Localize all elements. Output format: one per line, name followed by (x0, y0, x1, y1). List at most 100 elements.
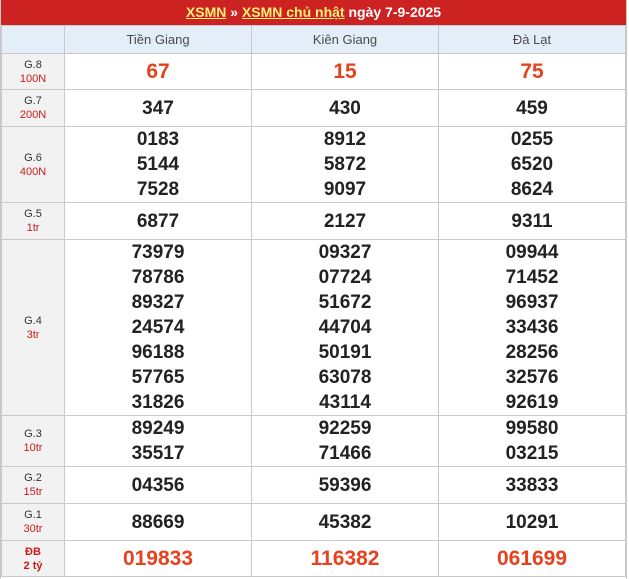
result-number: 78786 (131, 267, 185, 288)
xsmn-link[interactable]: XSMN (186, 4, 226, 20)
prize-name: G.8 (24, 58, 42, 71)
result-number: 89249 (131, 418, 185, 439)
result-number: 019833 (122, 547, 194, 570)
prize-row-g2: G.2 15tr 04356 59396 33833 (1, 466, 626, 504)
prize-row-g6: G.6 400N 0183 5144 7528 8912 5872 9097 0255 6520 8… (1, 126, 626, 203)
result-cell: 2127 (251, 202, 439, 240)
result-cell: 88669 (64, 503, 252, 541)
result-number: 75 (520, 60, 544, 83)
result-cell: 75 (438, 53, 626, 90)
result-number: 9311 (511, 210, 553, 232)
result-number: 28256 (505, 342, 559, 363)
results-panel: XSMN » XSMN chủ nhật ngày 7-9-2025 Tiền … (0, 0, 627, 579)
prize-name: G.3 (24, 428, 42, 440)
result-cell: 89249 35517 (64, 415, 252, 467)
result-number: 0255 (510, 129, 554, 150)
result-cell: 8912 5872 9097 (251, 126, 439, 203)
result-number: 59396 (318, 474, 372, 496)
province-kien-giang[interactable]: Kiên Giang (251, 25, 439, 54)
result-number: 57765 (131, 367, 185, 388)
result-number: 71466 (318, 443, 372, 464)
prize-row-g8: G.8 100N 67 15 75 (1, 53, 626, 90)
result-cell: 99580 03215 (438, 415, 626, 467)
result-number: 88669 (131, 511, 185, 533)
result-cell: 15 (251, 53, 439, 90)
prize-name: G.7 (24, 95, 42, 107)
result-number: 5144 (136, 154, 180, 175)
prize-label: ĐB 2 tỷ (1, 540, 65, 577)
result-number: 116382 (310, 547, 380, 570)
prize-value: 200N (19, 109, 47, 121)
result-number: 459 (516, 97, 548, 119)
result-number: 35517 (131, 443, 185, 464)
prize-value: 2 tỷ (23, 559, 43, 572)
result-number: 63078 (318, 367, 372, 388)
prize-label: G.6 400N (1, 126, 65, 203)
province-header-row: Tiền Giang Kiên Giang Đà Lạt (1, 25, 626, 54)
result-number: 92259 (318, 418, 372, 439)
result-cell: 45382 (251, 503, 439, 541)
result-number: 8912 (323, 129, 367, 150)
result-number: 73979 (131, 242, 185, 263)
result-number: 2127 (323, 210, 367, 232)
result-cell: 0255 6520 8624 (438, 126, 626, 203)
result-number: 89327 (131, 292, 185, 313)
prize-label: G.3 10tr (1, 415, 65, 467)
result-number: 430 (329, 97, 361, 119)
prize-label: G.1 30tr (1, 503, 65, 541)
result-cell: 33833 (438, 466, 626, 504)
results-table: Tiền Giang Kiên Giang Đà Lạt G.8 100N 67 15… (1, 25, 626, 577)
result-number: 04356 (131, 474, 185, 496)
prize-value: 400N (19, 165, 47, 178)
result-cell: 59396 (251, 466, 439, 504)
prize-value: 1tr (26, 222, 40, 234)
prize-name: G.1 (24, 509, 42, 521)
result-number: 45382 (318, 511, 372, 533)
result-number: 15 (333, 60, 357, 83)
prize-label: G.7 200N (1, 89, 65, 127)
result-number: 51672 (318, 292, 372, 313)
result-number: 50191 (318, 342, 372, 363)
result-cell: 430 (251, 89, 439, 127)
result-number: 347 (142, 97, 174, 119)
result-number: 33436 (505, 317, 559, 338)
prize-value: 10tr (23, 442, 43, 454)
prize-row-g7: G.7 200N 347 430 459 (1, 89, 626, 127)
result-number: 96937 (505, 292, 559, 313)
result-number: 96188 (131, 342, 185, 363)
prize-value: 30tr (23, 523, 43, 535)
prize-label: G.8 100N (1, 53, 65, 90)
result-number: 44704 (318, 317, 372, 338)
result-cell: 67 (64, 53, 252, 90)
result-number: 6520 (510, 154, 554, 175)
result-number: 9097 (323, 179, 367, 200)
result-cell: 09327 07724 51672 44704 50191 63078 43114 (251, 239, 439, 416)
title-bar: XSMN » XSMN chủ nhật ngày 7-9-2025 (1, 0, 626, 25)
result-number: 061699 (496, 547, 568, 570)
result-cell: 10291 (438, 503, 626, 541)
province-tien-giang[interactable]: Tiền Giang (64, 25, 252, 54)
prize-label: G.5 1tr (1, 202, 65, 240)
result-cell: 347 (64, 89, 252, 127)
result-cell: 92259 71466 (251, 415, 439, 467)
result-cell: 061699 (438, 540, 626, 577)
prize-row-g1: G.1 30tr 88669 45382 10291 (1, 503, 626, 541)
xsmn-sunday-link[interactable]: XSMN chủ nhật (242, 4, 345, 20)
result-number: 33833 (505, 474, 559, 496)
result-number: 43114 (319, 392, 371, 413)
prize-label: G.4 3tr (1, 239, 65, 416)
result-cell: 09944 71452 96937 33436 28256 32576 92619 (438, 239, 626, 416)
result-number: 07724 (318, 267, 372, 288)
header-corner (1, 25, 65, 54)
prize-label: G.2 15tr (1, 466, 65, 504)
result-cell: 6877 (64, 202, 252, 240)
prize-value: 15tr (23, 486, 43, 498)
result-cell: 116382 (251, 540, 439, 577)
prize-row-g4: G.4 3tr 73979 78786 89327 24574 96188 57765 3182… (1, 239, 626, 416)
result-cell: 9311 (438, 202, 626, 240)
province-da-lat[interactable]: Đà Lạt (438, 25, 626, 54)
result-number: 09327 (318, 242, 372, 263)
result-number: 7528 (136, 179, 180, 200)
result-number: 10291 (505, 511, 559, 533)
result-number: 99580 (505, 418, 559, 439)
